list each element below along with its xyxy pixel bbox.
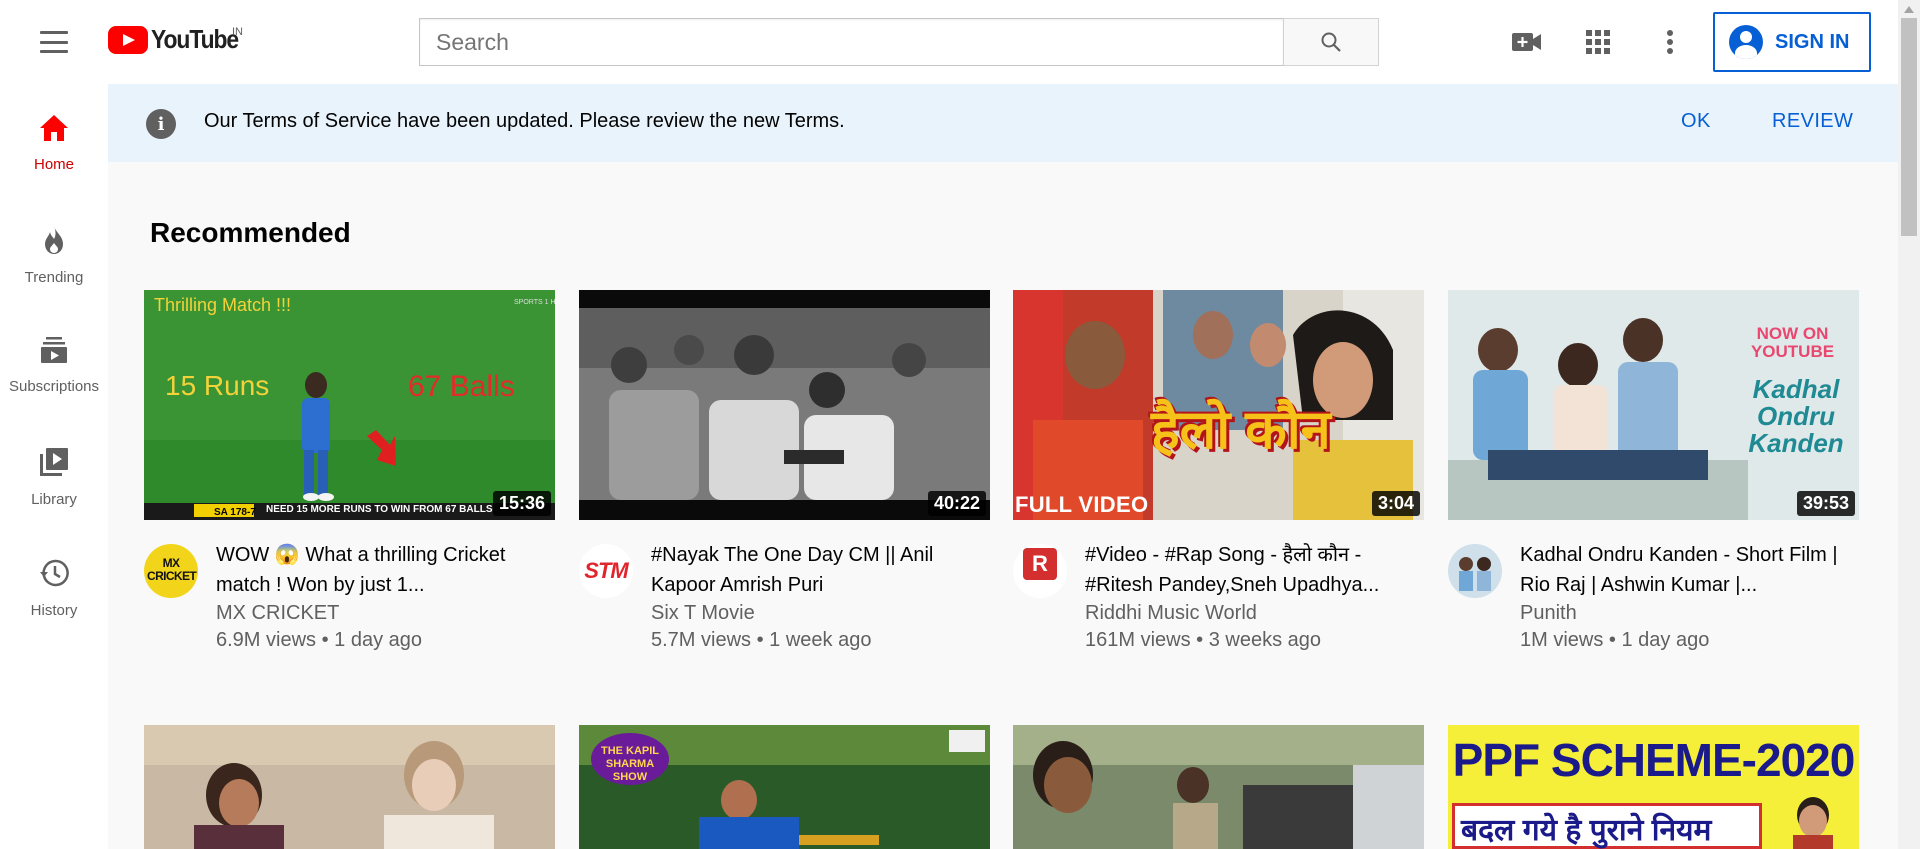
channel-avatar[interactable]: MX CRICKET <box>144 544 198 598</box>
video-meta: 1M views • 1 day ago <box>1520 629 1710 651</box>
channel-name[interactable]: Punith <box>1520 602 1577 625</box>
thumbnail-caption: 15 Runs <box>165 370 270 401</box>
scroll-up-arrow-icon[interactable] <box>1904 6 1914 13</box>
channel-name[interactable]: Six T Movie <box>651 602 755 625</box>
home-icon <box>40 115 68 141</box>
video-title[interactable]: #Nayak The One Day CM || Anil Kapoor Amr… <box>651 540 981 600</box>
video-duration: 40:22 <box>927 491 986 516</box>
sidebar-item-library[interactable]: Library <box>0 417 108 517</box>
svg-text:SPORTS 1 HD: SPORTS 1 HD <box>514 299 555 306</box>
sidebar-item-label: Subscriptions <box>8 378 100 395</box>
youtube-play-icon <box>108 25 148 54</box>
video-title[interactable]: Kadhal Ondru Kanden - Short Film | Rio R… <box>1520 540 1850 600</box>
thumbnail-art <box>1013 725 1424 849</box>
banner-review-button[interactable]: REVIEW <box>1772 110 1853 133</box>
thumbnail-caption: FULL VIDEO <box>1015 492 1149 517</box>
video-meta: 5.7M views • 1 week ago <box>651 629 872 651</box>
video-duration: 3:04 <box>1371 491 1420 516</box>
library-icon <box>40 448 68 476</box>
thumbnail-art <box>579 290 990 520</box>
history-icon <box>40 559 69 587</box>
subscriptions-icon <box>41 337 67 363</box>
create-video-button[interactable] <box>1507 22 1547 62</box>
thumbnail-caption: THE KAPIL SHARMA SHOW <box>591 733 669 785</box>
sign-in-label: SIGN IN <box>1775 30 1850 53</box>
thumbnail-caption: बदल गये है पुराने नियम <box>1461 814 1712 847</box>
page-scrollbar[interactable] <box>1898 0 1920 849</box>
thumbnail-caption: NOW ON YOUTUBE <box>1750 324 1835 361</box>
video-thumbnail[interactable] <box>144 725 555 849</box>
presenter-image <box>1793 797 1833 849</box>
thumbnail-art <box>144 725 555 849</box>
logo-text: YouTube <box>151 24 239 54</box>
video-meta: 161M views • 3 weeks ago <box>1085 629 1322 651</box>
country-code: IN <box>232 26 243 38</box>
video-duration: 39:53 <box>1796 491 1855 516</box>
channel-avatar-text: R <box>1023 548 1057 580</box>
thumbnail-caption: Thrilling Match !!! <box>154 295 292 315</box>
channel-avatar-image <box>1459 557 1491 591</box>
video-title[interactable]: #Video - #Rap Song - हैलो कौन - #Ritesh … <box>1085 540 1415 600</box>
video-meta: 6.9M views • 1 day ago <box>216 629 422 651</box>
channel-avatar-text: STM <box>584 558 628 583</box>
svg-text:SA 178-7: SA 178-7 <box>214 507 256 518</box>
video-thumbnail[interactable]: PPF SCHEME-2020 बदल गये है पुराने नियम <box>1448 725 1859 849</box>
thumbnail-caption: Kadhal Ondru Kanden <box>1748 374 1844 458</box>
search-bar <box>419 18 1379 66</box>
channel-avatar[interactable] <box>1448 544 1502 598</box>
sidebar-item-subscriptions[interactable]: Subscriptions <box>0 306 108 406</box>
info-icon: i <box>146 109 176 139</box>
sign-in-button[interactable]: SIGN IN <box>1713 12 1871 72</box>
sidebar-item-trending[interactable]: Trending <box>0 195 108 295</box>
apps-button[interactable] <box>1578 22 1618 62</box>
menu-icon[interactable] <box>36 28 72 56</box>
account-icon <box>1729 25 1763 59</box>
thumbnail-subcaption-box: बदल गये है पुराने नियम <box>1452 803 1762 849</box>
sidebar-item-label: History <box>30 602 78 619</box>
search-button[interactable] <box>1283 18 1379 66</box>
search-icon <box>1321 32 1341 52</box>
video-thumbnail[interactable]: हैलो कौन FULL VIDEO 3:04 <box>1013 290 1424 520</box>
video-camera-icon <box>1512 33 1541 51</box>
sidebar: Home Trending Subscriptions Library Hist… <box>0 84 108 849</box>
banner-message: Our Terms of Service have been updated. … <box>204 110 845 132</box>
thumbnail-caption: 67 Balls <box>408 370 515 403</box>
search-input[interactable] <box>419 18 1283 66</box>
terms-banner: i Our Terms of Service have been updated… <box>108 84 1898 162</box>
thumbnail-art: SA 178-7 SPORTS 1 HD <box>144 290 555 520</box>
sidebar-item-label: Library <box>31 491 77 508</box>
video-duration: 15:36 <box>492 491 551 516</box>
video-thumbnail[interactable]: NOW ON YOUTUBE Kadhal Ondru Kanden 39:53 <box>1448 290 1859 520</box>
banner-ok-button[interactable]: OK <box>1681 110 1711 133</box>
channel-avatar-text: MX CRICKET <box>147 556 197 583</box>
sidebar-item-history[interactable]: History <box>0 528 108 628</box>
channel-avatar[interactable]: R <box>1013 544 1067 598</box>
scrollbar-thumb[interactable] <box>1901 18 1917 236</box>
top-bar: YouTube IN SIGN IN <box>0 0 1898 84</box>
thumbnail-caption: हैलो कौन <box>1151 400 1331 460</box>
sidebar-item-label: Home <box>33 156 74 173</box>
settings-menu-button[interactable] <box>1650 22 1690 62</box>
youtube-logo[interactable]: YouTube IN <box>108 24 250 55</box>
channel-name[interactable]: MX CRICKET <box>216 602 339 625</box>
fire-icon <box>45 226 63 254</box>
video-title[interactable]: WOW 😱 What a thrilling Cricket match ! W… <box>216 540 546 600</box>
apps-grid-icon <box>1586 30 1610 54</box>
video-thumbnail[interactable]: THE KAPIL SHARMA SHOW <box>579 725 990 849</box>
sidebar-item-label: Trending <box>24 269 84 286</box>
video-thumbnail[interactable] <box>1013 725 1424 849</box>
thumbnail-caption: PPF SCHEME-2020 <box>1452 734 1856 786</box>
video-thumbnail[interactable]: 40:22 <box>579 290 990 520</box>
channel-avatar[interactable]: STM <box>579 544 633 598</box>
sidebar-item-home[interactable]: Home <box>0 84 108 184</box>
more-vert-icon <box>1667 30 1673 54</box>
video-thumbnail[interactable]: SA 178-7 SPORTS 1 HD Thrilling Match !!!… <box>144 290 555 520</box>
channel-name[interactable]: Riddhi Music World <box>1085 602 1257 625</box>
section-title: Recommended <box>150 217 351 248</box>
thumbnail-ticker: NEED 15 MORE RUNS TO WIN FROM 67 BALLS <box>266 504 493 515</box>
